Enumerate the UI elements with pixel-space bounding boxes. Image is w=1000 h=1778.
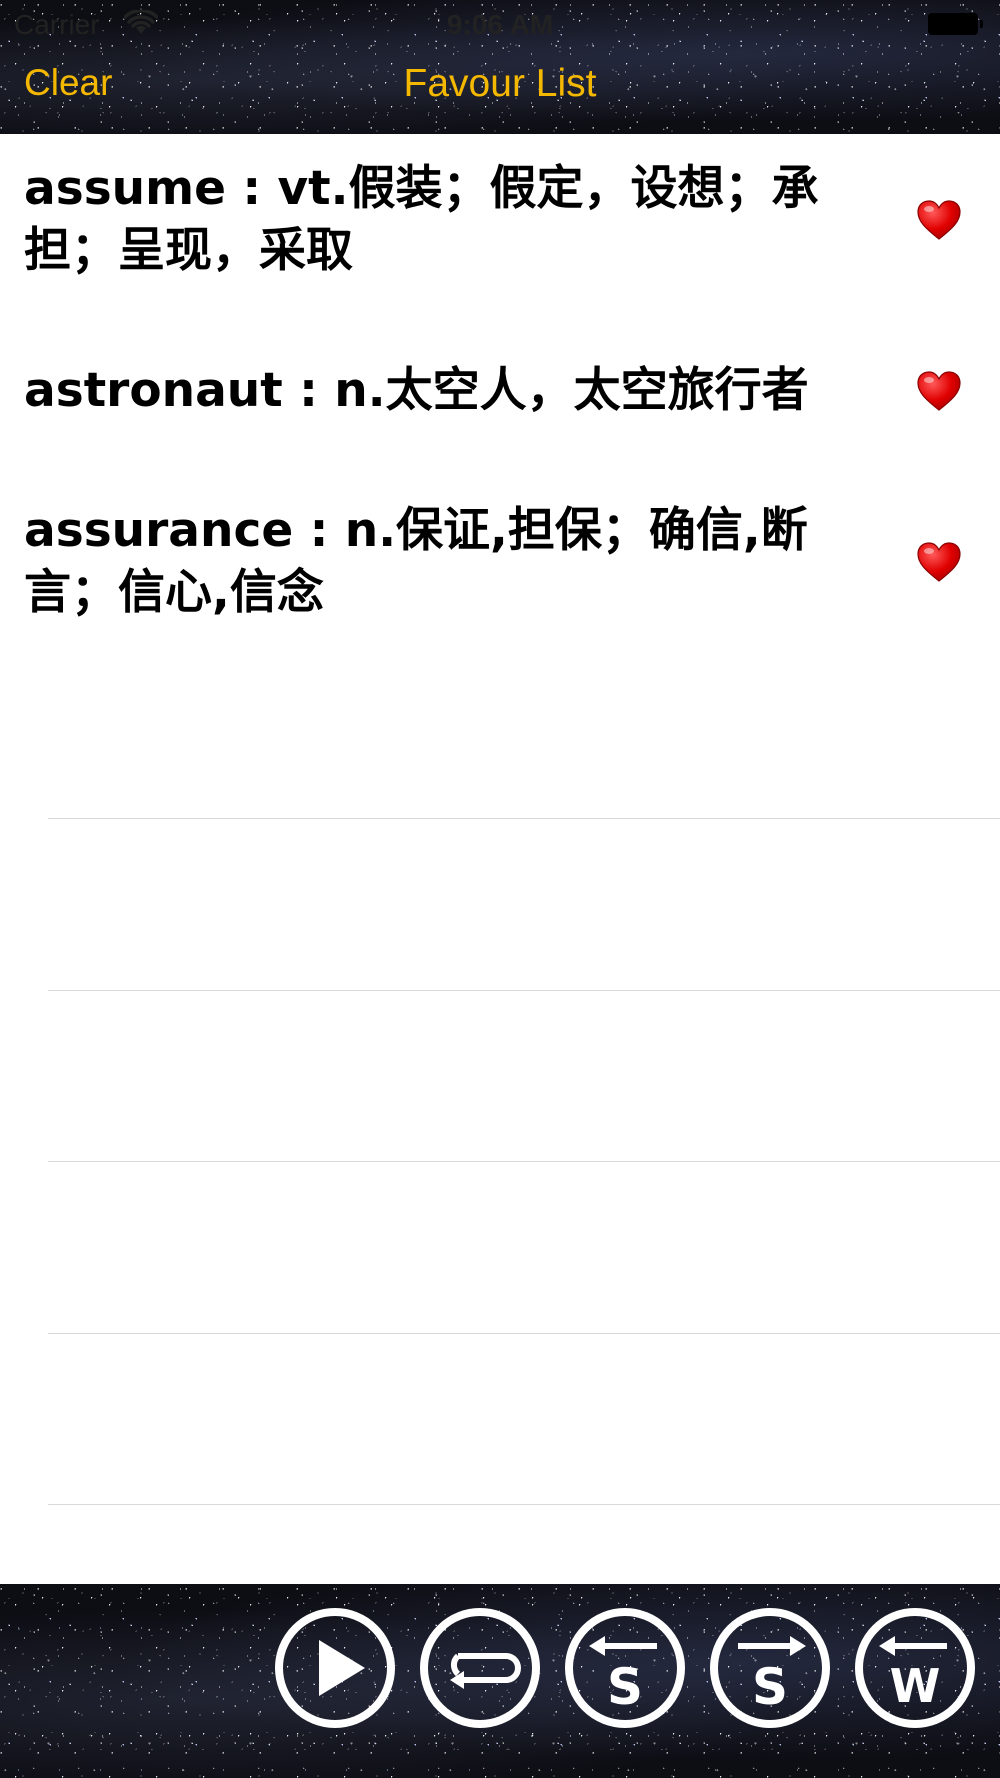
playback-toolbar: S S W xyxy=(0,1584,1000,1778)
play-icon xyxy=(319,1640,365,1696)
row-separator xyxy=(48,818,1000,819)
row-separator xyxy=(48,1333,1000,1334)
heart-icon[interactable] xyxy=(916,199,962,241)
page-title: Favour List xyxy=(403,62,597,105)
screen: Carrier 9:06 AM Clear Favour List assume… xyxy=(0,0,1000,1778)
arrow-left-s-icon: S xyxy=(589,1636,657,1716)
repeat-button[interactable] xyxy=(420,1608,540,1728)
repeat-icon xyxy=(450,1653,521,1689)
clock: 9:06 AM xyxy=(446,9,554,40)
list-item[interactable]: assurance : n.保证,担保；确信,断言；信心,信念 xyxy=(0,476,1000,647)
row-separator xyxy=(48,990,1000,991)
list-item-text: assurance : n.保证,担保；确信,断言；信心,信念 xyxy=(24,502,808,620)
header: Carrier 9:06 AM Clear Favour List xyxy=(0,0,1000,134)
list-item-text: astronaut : n.太空人，太空旅行者 xyxy=(24,362,809,418)
svg-text:S: S xyxy=(607,1658,643,1716)
nav-bar: Clear Favour List xyxy=(0,48,1000,134)
svg-text:W: W xyxy=(890,1659,941,1713)
list-item-text: assume : vt.假装；假定，设想；承担；呈现，采取 xyxy=(24,160,819,278)
arrow-left-w-icon: W xyxy=(879,1636,947,1713)
svg-text:S: S xyxy=(752,1658,788,1716)
next-sentence-button[interactable]: S xyxy=(710,1608,830,1728)
play-button[interactable] xyxy=(275,1608,395,1728)
list-item[interactable]: assume : vt.假装；假定，设想；承担；呈现，采取 xyxy=(0,134,1000,305)
heart-icon[interactable] xyxy=(916,541,962,583)
previous-word-button[interactable]: W xyxy=(855,1608,975,1728)
row-separator xyxy=(48,1504,1000,1505)
arrow-right-s-icon: S xyxy=(738,1636,806,1716)
favorites-list: assume : vt.假装；假定，设想；承担；呈现，采取 astronaut … xyxy=(0,134,1000,1584)
heart-icon[interactable] xyxy=(916,370,962,412)
battery-icon xyxy=(928,13,983,35)
row-separator xyxy=(48,1161,1000,1162)
list-item[interactable]: astronaut : n.太空人，太空旅行者 xyxy=(0,305,1000,476)
previous-sentence-button[interactable]: S xyxy=(565,1608,685,1728)
status-bar: Carrier 9:06 AM xyxy=(0,0,1000,48)
